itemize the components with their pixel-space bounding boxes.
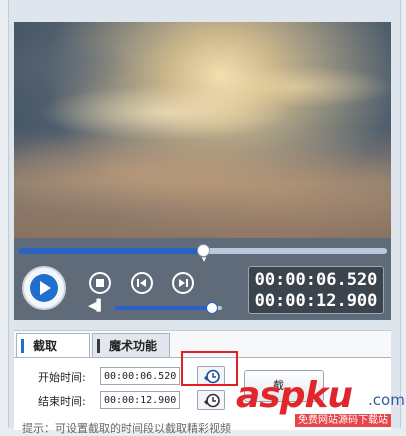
end-time-label: 结束时间:	[38, 395, 86, 408]
hint-text: 提示：可设置截取的时间段以截取精彩视频	[22, 422, 231, 435]
seek-bar[interactable]	[18, 244, 387, 257]
play-button[interactable]	[22, 266, 66, 310]
tab-clip[interactable]: 截取	[16, 333, 90, 357]
watermark-subtitle: 免费网站源码下载站	[295, 414, 391, 427]
annotation-highlight-box	[181, 351, 238, 386]
watermark-brand: aspku	[236, 375, 353, 416]
watermark-suffix: .com	[368, 391, 405, 409]
start-time-label: 开始时间:	[38, 371, 86, 384]
tab-magic-label: 魔术功能	[109, 339, 158, 353]
chevron-down-icon: ▾	[201, 255, 207, 265]
previous-frame-button[interactable]	[131, 272, 153, 294]
volume-fill	[114, 306, 212, 310]
time-display: 00:00:06.520 00:00:12.900	[248, 266, 384, 314]
total-time: 00:00:12.900	[254, 291, 378, 311]
video-frame-fog	[14, 128, 391, 238]
next-frame-icon	[179, 279, 188, 287]
tab-clip-label: 截取	[33, 339, 58, 353]
play-icon	[30, 274, 58, 302]
volume-slider[interactable]	[114, 302, 222, 314]
player-controls: ▾ ◀▌ 00:00:06.520 00:00:12.900	[14, 238, 391, 320]
tab-magic[interactable]: 魔术功能	[92, 333, 170, 357]
next-frame-button[interactable]	[172, 272, 194, 294]
volume-icon[interactable]: ◀▌	[88, 300, 106, 312]
video-preview[interactable]	[14, 22, 391, 238]
end-time-input[interactable]: 00:00:12.900	[100, 391, 180, 409]
stop-icon	[96, 279, 104, 287]
start-time-input[interactable]: 00:00:06.520	[100, 367, 180, 385]
previous-frame-icon	[137, 279, 146, 287]
set-end-time-button[interactable]	[197, 390, 225, 410]
watermark: aspku .com 免费网站源码下载站	[236, 375, 405, 427]
stop-button[interactable]	[89, 272, 111, 294]
clock-icon	[204, 393, 220, 408]
current-time: 00:00:06.520	[254, 270, 378, 290]
seek-bar-fill	[18, 248, 203, 254]
volume-handle[interactable]	[206, 302, 219, 314]
